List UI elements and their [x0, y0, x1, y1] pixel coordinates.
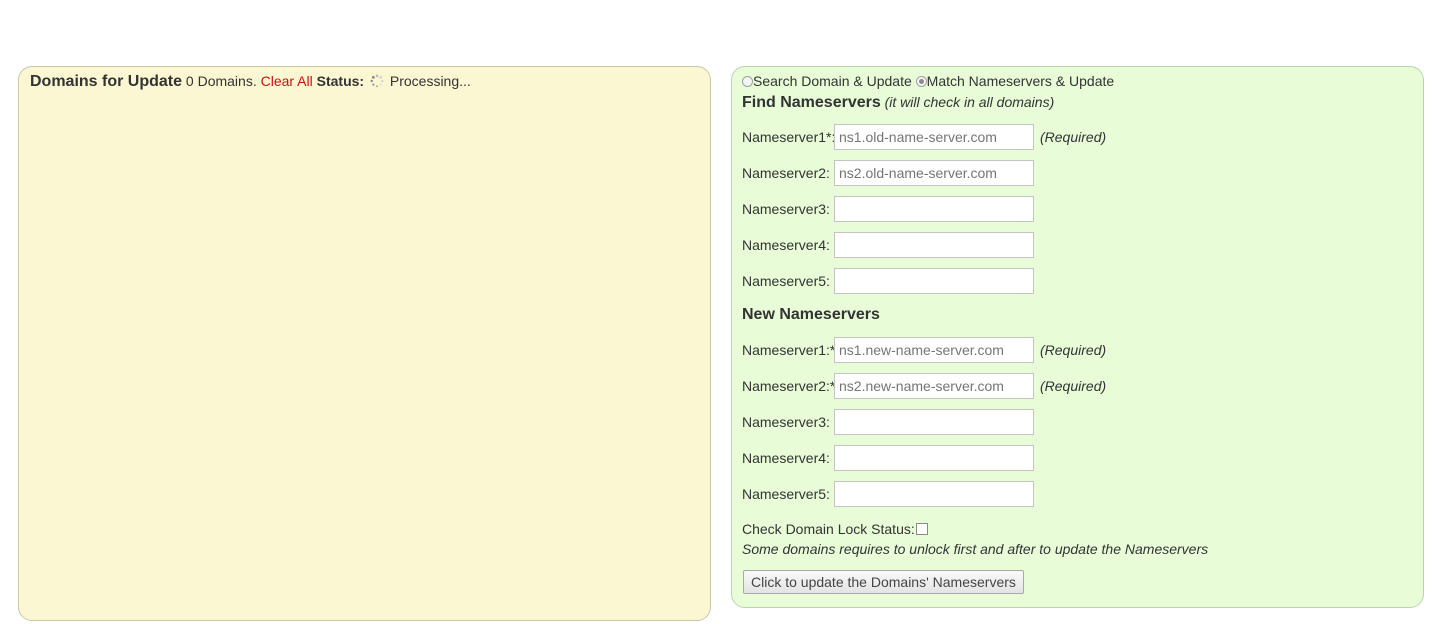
domain-lock-note: Some domains requires to unlock first an… [742, 541, 1209, 557]
status-label: Status: [316, 73, 365, 89]
nameserver-panel: Search Domain & Update Match Nameservers… [731, 66, 1424, 608]
find-nameserver3-label: Nameserver3: [742, 201, 830, 217]
find-nameserver4-label: Nameserver4: [742, 237, 830, 253]
loading-spinner-icon [370, 74, 384, 88]
domain-lock-label: Check Domain Lock Status: [742, 521, 915, 537]
domain-lock-checkbox[interactable] [915, 523, 928, 535]
domains-panel-header: Domains for Update 0 Domains. Clear All … [30, 72, 471, 91]
find-nameserver5-input[interactable] [834, 268, 1034, 294]
new-nameserver4-label: Nameserver4: [742, 450, 830, 466]
find-nameserver1-required: (Required) [1040, 129, 1107, 145]
new-nameserver1-input[interactable] [834, 337, 1034, 363]
new-nameserver5-label: Nameserver5: [742, 486, 830, 502]
clear-all-link[interactable]: Clear All [261, 73, 313, 89]
new-nameserver3-input[interactable] [834, 409, 1034, 435]
find-nameserver3-input[interactable] [834, 196, 1034, 222]
find-nameserver2-input[interactable] [834, 160, 1034, 186]
new-nameserver3-label: Nameserver3: [742, 414, 830, 430]
search-domain-radio-label: Search Domain & Update [753, 73, 912, 89]
match-nameservers-radio-label: Match Nameservers & Update [926, 73, 1115, 89]
domains-panel-title: Domains for Update [30, 73, 183, 90]
new-nameserver1-label: Nameserver1:* [742, 342, 836, 358]
new-nameserver2-input[interactable] [834, 373, 1034, 399]
new-nameserver5-input[interactable] [834, 481, 1034, 507]
new-nameserver2-required: (Required) [1040, 378, 1107, 394]
find-nameserver1-input[interactable] [834, 124, 1034, 150]
find-nameserver4-input[interactable] [834, 232, 1034, 258]
new-nameservers-heading: New Nameservers [742, 306, 880, 324]
find-nameservers-title: Find Nameservers [742, 94, 881, 111]
search-domain-radio[interactable] [742, 76, 753, 87]
domain-count: 0 Domains. [185, 73, 257, 89]
mode-selector: Search Domain & Update Match Nameservers… [742, 73, 1114, 89]
find-nameserver5-label: Nameserver5: [742, 273, 830, 289]
new-nameserver4-input[interactable] [834, 445, 1034, 471]
new-nameserver1-required: (Required) [1040, 342, 1107, 358]
match-nameservers-radio[interactable] [915, 76, 927, 87]
new-nameservers-title: New Nameservers [742, 306, 880, 323]
new-nameserver2-label: Nameserver2:* [742, 378, 836, 394]
find-nameservers-heading: Find Nameservers (it will check in all d… [742, 94, 1054, 112]
find-nameserver2-label: Nameserver2: [742, 165, 830, 181]
find-nameserver1-label: Nameserver1*: [742, 129, 836, 145]
find-nameservers-note: (it will check in all domains) [884, 94, 1055, 110]
domains-panel: Domains for Update 0 Domains. Clear All … [18, 66, 711, 621]
status-value: Processing... [389, 73, 471, 89]
update-nameservers-button[interactable]: Click to update the Domains' Nameservers [743, 570, 1024, 594]
domain-lock-row: Check Domain Lock Status: [742, 521, 928, 537]
